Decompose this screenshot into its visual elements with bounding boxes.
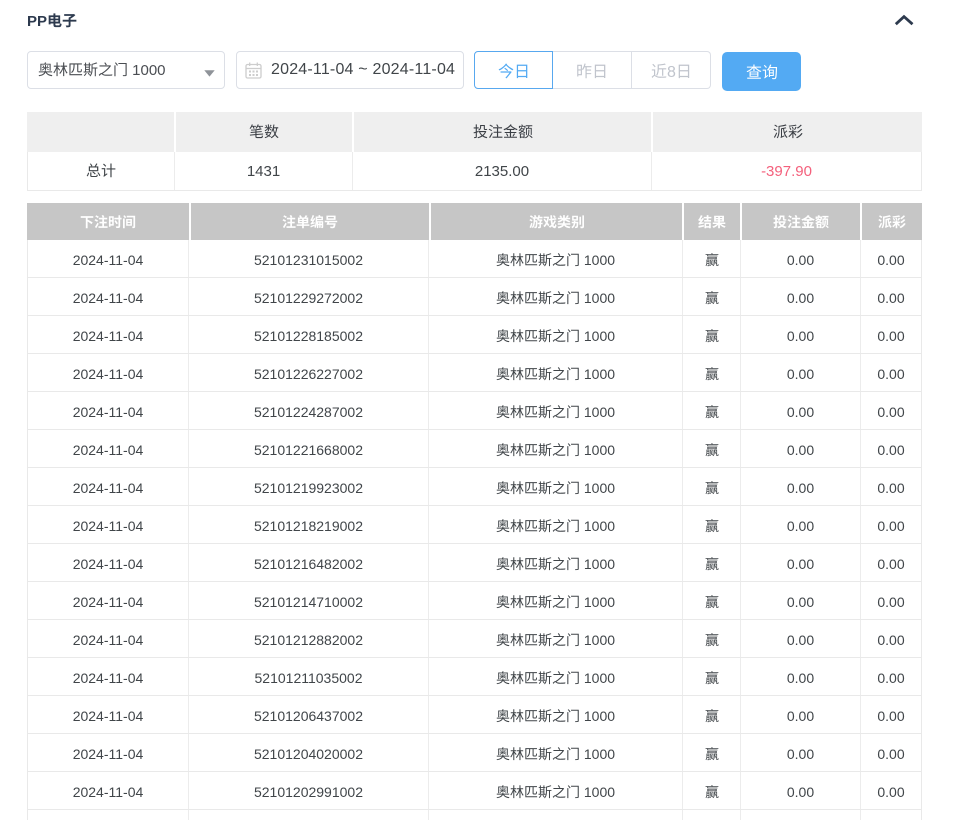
svg-text:1000: 1000 xyxy=(584,290,615,306)
svg-text:1000: 1000 xyxy=(584,556,615,572)
svg-text:1000: 1000 xyxy=(584,708,615,724)
svg-text:1000: 1000 xyxy=(584,366,615,382)
svg-text:1000: 1000 xyxy=(584,784,615,800)
svg-text:1000: 1000 xyxy=(584,252,615,268)
svg-text:1000: 1000 xyxy=(584,442,615,458)
svg-text:1000: 1000 xyxy=(132,62,165,79)
svg-text:PP: PP xyxy=(27,13,47,30)
svg-text:1000: 1000 xyxy=(584,328,615,344)
svg-text:1000: 1000 xyxy=(584,670,615,686)
svg-text:1000: 1000 xyxy=(584,518,615,534)
svg-text:1000: 1000 xyxy=(584,404,615,420)
svg-text:1000: 1000 xyxy=(584,594,615,610)
svg-text:1000: 1000 xyxy=(584,746,615,762)
svg-text:8: 8 xyxy=(667,64,676,81)
svg-text:1000: 1000 xyxy=(584,480,615,496)
svg-text:1000: 1000 xyxy=(584,632,615,648)
